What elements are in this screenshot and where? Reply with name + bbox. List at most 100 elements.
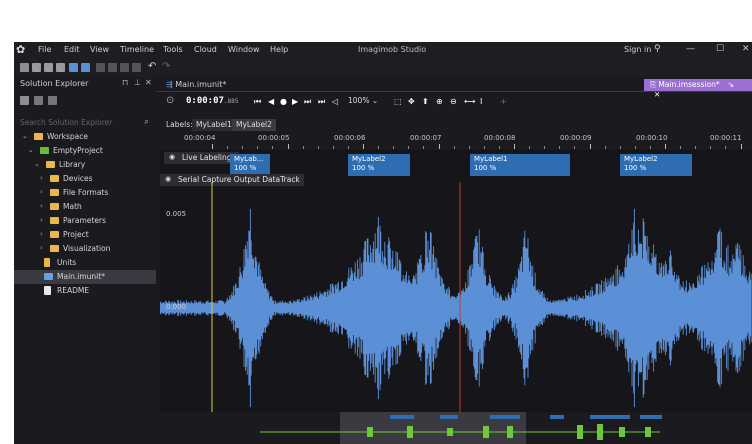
close-panel-icon[interactable]: ✕ (145, 78, 152, 87)
pin-tab-icon[interactable]: ⇘ (728, 80, 734, 89)
tree-item-visualization[interactable]: › Visualization (14, 242, 156, 256)
menu-help[interactable]: Help (270, 45, 288, 54)
folder-icon (50, 245, 59, 252)
menu-view[interactable]: View (90, 45, 109, 54)
ruler-minor-tick (574, 146, 576, 149)
play-icon[interactable]: ▶ (292, 97, 298, 106)
track-title: Live Labeling* (182, 153, 236, 162)
open-icon[interactable] (32, 63, 41, 72)
pin-icon[interactable]: ⊓ (122, 78, 128, 87)
copy-icon[interactable] (56, 63, 65, 72)
sign-in-link[interactable]: Sign in (624, 45, 651, 54)
text-cursor-icon[interactable]: I (480, 97, 482, 106)
close-window-icon[interactable]: ✕ (742, 44, 750, 54)
redo-icon[interactable]: ↷ (162, 61, 170, 72)
save-icon[interactable] (69, 63, 78, 72)
tree-item-parameters[interactable]: › Parameters (14, 214, 156, 228)
label-tab-mylabel1[interactable]: MyLabel1 (192, 119, 236, 131)
menu-tools[interactable]: Tools (163, 45, 183, 54)
menu-edit[interactable]: Edit (64, 45, 80, 54)
select-region-icon[interactable]: ⬚ (394, 97, 402, 106)
skip-start-icon[interactable]: ⏮ (254, 97, 261, 107)
tab-main-imsession[interactable]: ⎘ Main.imsession* ⇘ ✕ (644, 79, 752, 99)
expand-arrow-icon[interactable]: ⌄ (28, 146, 34, 154)
options-circle-icon[interactable]: ⊙ (166, 95, 174, 106)
undo-icon[interactable]: ↶ (148, 61, 156, 72)
label-tab-mylabel2[interactable]: MyLabel2 (232, 119, 276, 131)
volume-icon[interactable]: ◁ (332, 97, 338, 106)
open-folder-icon[interactable] (44, 63, 53, 72)
new-file-icon[interactable] (20, 63, 29, 72)
waveform-plot[interactable] (160, 182, 752, 412)
menu-window[interactable]: Window (228, 45, 260, 54)
collapse-arrow-icon[interactable]: › (40, 174, 43, 182)
tree-item-units[interactable]: Units (14, 256, 156, 270)
timeline-area[interactable]: 00:00:04 00:00:05 00:00:06 00:00:07 00:0… (160, 132, 752, 444)
collapse-arrow-icon[interactable]: › (40, 202, 43, 210)
move-icon[interactable]: ✥ (408, 97, 415, 106)
tree-item-file-formats[interactable]: › File Formats (14, 186, 156, 200)
overview-label-mark (590, 415, 630, 419)
maximize-icon[interactable]: ☐ (716, 44, 724, 54)
collapse-arrow-icon[interactable]: › (40, 244, 43, 252)
label-region[interactable]: MyLabel2 100 % (620, 154, 692, 176)
ruler-minor-tick (634, 146, 636, 149)
document-icon (44, 286, 51, 295)
tree-item-readme[interactable]: README (14, 284, 156, 298)
eye-icon[interactable]: ◉ (169, 153, 175, 161)
zoom-in-icon[interactable]: ⊕ (436, 97, 443, 106)
tree-item-emptyproject[interactable]: ⌄ EmptyProject (14, 144, 156, 158)
paste-icon[interactable] (108, 63, 117, 72)
panel-pin-icon[interactable]: ⊥ (134, 78, 141, 87)
minimize-icon[interactable]: — (686, 44, 695, 54)
properties-icon[interactable] (48, 96, 57, 105)
duplicate-icon[interactable] (120, 63, 129, 72)
overview-burst (447, 428, 453, 436)
live-labeling-header[interactable]: ◉ Live Labeling* (164, 152, 240, 164)
collapse-icon[interactable] (34, 96, 43, 105)
tree-label: File Formats (63, 188, 109, 197)
expand-arrow-icon[interactable]: ⌄ (34, 160, 40, 168)
record-icon[interactable]: ● (280, 97, 287, 106)
tree-item-project[interactable]: › Project (14, 228, 156, 242)
cursor-icon[interactable]: ⬆ (422, 97, 429, 106)
overview-label-mark (440, 415, 458, 419)
solution-search-box[interactable]: Search Solution Explorer ⌕ (18, 116, 154, 130)
zoom-select[interactable]: 100% ⌄ (348, 96, 378, 105)
menu-timeline[interactable]: Timeline (120, 45, 154, 54)
tab-main-imunit[interactable]: ⇶ Main.imunit* (166, 80, 226, 89)
data-track[interactable]: ◉ Serial Capture Output DataTrack 0.005 0… (160, 174, 752, 412)
tree-item-workspace[interactable]: ⌄ Workspace (14, 130, 156, 144)
menu-cloud[interactable]: Cloud (194, 45, 217, 54)
add-icon[interactable]: + (500, 97, 507, 106)
unit-tab-icon: ⇶ (166, 80, 173, 89)
label-region[interactable]: MyLab... 100 % (230, 154, 270, 176)
ruler-minor-tick (242, 146, 244, 149)
cut-icon[interactable] (96, 63, 105, 72)
delete-icon[interactable] (132, 63, 141, 72)
step-forward-icon[interactable]: ⏭ (304, 97, 311, 107)
collapse-arrow-icon[interactable]: › (40, 216, 43, 224)
sync-icon[interactable] (20, 96, 29, 105)
skip-end-icon[interactable]: ⏭ (318, 97, 325, 107)
label-region[interactable]: MyLabel1 100 % (470, 154, 570, 176)
account-icon[interactable]: ⚲ (654, 44, 661, 54)
menu-file[interactable]: File (38, 45, 51, 54)
collapse-arrow-icon[interactable]: › (40, 188, 43, 196)
save-all-icon[interactable] (81, 63, 90, 72)
overview-label-mark (490, 415, 520, 419)
tree-item-main-imunit[interactable]: Main.imunit* (14, 270, 156, 284)
tree-item-math[interactable]: › Math (14, 200, 156, 214)
tree-item-devices[interactable]: › Devices (14, 172, 156, 186)
fit-width-icon[interactable]: ⟷ (464, 97, 475, 106)
label-region[interactable]: MyLabel2 100 % (348, 154, 410, 176)
transport-bar: ⊙ 0:00:07.885 ⏮ ◀ ● ▶ ⏭ ⏭ ◁ 100% ⌄ ⬚ ✥ ⬆… (156, 93, 752, 111)
time-ruler[interactable]: 00:00:04 00:00:05 00:00:06 00:00:07 00:0… (160, 132, 752, 150)
expand-arrow-icon[interactable]: ⌄ (22, 132, 28, 140)
zoom-out-icon[interactable]: ⊖ (450, 97, 457, 106)
search-icon[interactable]: ⌕ (144, 117, 149, 127)
step-back-icon[interactable]: ◀ (268, 97, 274, 106)
collapse-arrow-icon[interactable]: › (40, 230, 43, 238)
tree-item-library[interactable]: ⌄ Library (14, 158, 156, 172)
timeline-overview[interactable] (160, 412, 752, 444)
